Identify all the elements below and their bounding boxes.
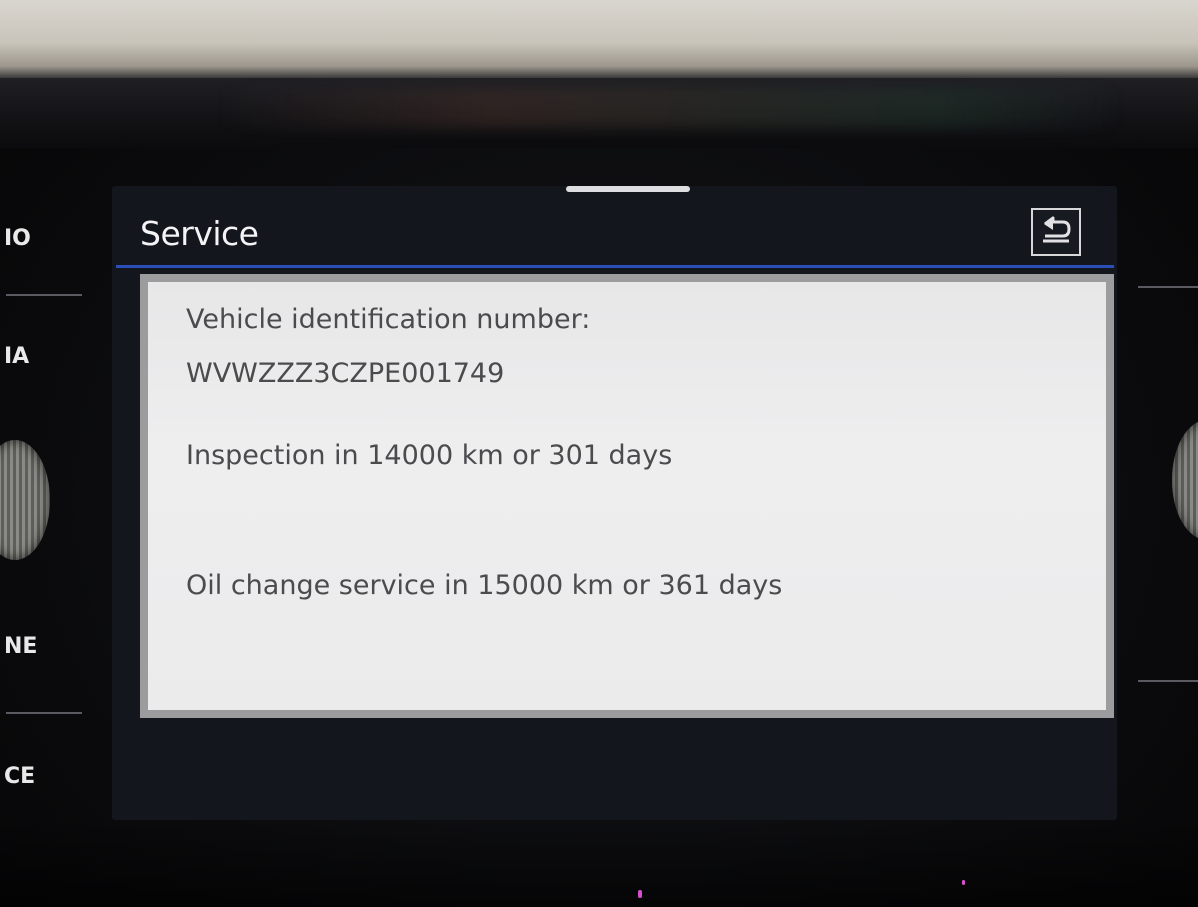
side-button-radio-label[interactable]: IO <box>4 226 31 251</box>
side-button-voice-label[interactable]: CE <box>4 764 35 789</box>
oil-change-due-text: Oil change service in 15000 km or 361 da… <box>186 570 783 601</box>
side-divider <box>6 294 82 296</box>
dashboard-photo: IO IA NE CE Service Vehicle identificati… <box>0 0 1198 907</box>
side-divider <box>1138 286 1198 288</box>
tune-knob[interactable] <box>1172 420 1198 540</box>
bottom-shadow <box>0 817 1198 907</box>
infotainment-screen: Service Vehicle identification number: W… <box>112 186 1117 820</box>
page-title: Service <box>140 214 259 253</box>
title-underline <box>116 265 1114 268</box>
side-divider <box>6 712 82 714</box>
reflection-spot <box>638 890 642 898</box>
side-button-media-label[interactable]: IA <box>4 344 29 369</box>
service-info-panel: Vehicle identification number: WVWZZZ3CZ… <box>140 274 1114 718</box>
reflection-spot <box>962 880 965 885</box>
service-info-content: Vehicle identification number: WVWZZZ3CZ… <box>148 282 1106 710</box>
back-arrow-icon <box>1039 215 1073 249</box>
back-button[interactable] <box>1031 208 1081 256</box>
volume-knob[interactable] <box>0 440 50 560</box>
inspection-due-text: Inspection in 14000 km or 301 days <box>186 440 673 471</box>
side-divider <box>1138 680 1198 682</box>
bezel-reflection <box>0 78 1198 148</box>
vin-value: WVWZZZ3CZPE001749 <box>186 358 505 389</box>
vin-label: Vehicle identification number: <box>186 304 591 335</box>
title-bar: Service <box>112 196 1117 268</box>
side-button-phone-label[interactable]: NE <box>4 634 37 659</box>
dashboard-trim <box>0 0 1198 78</box>
pull-down-handle[interactable] <box>566 186 690 192</box>
